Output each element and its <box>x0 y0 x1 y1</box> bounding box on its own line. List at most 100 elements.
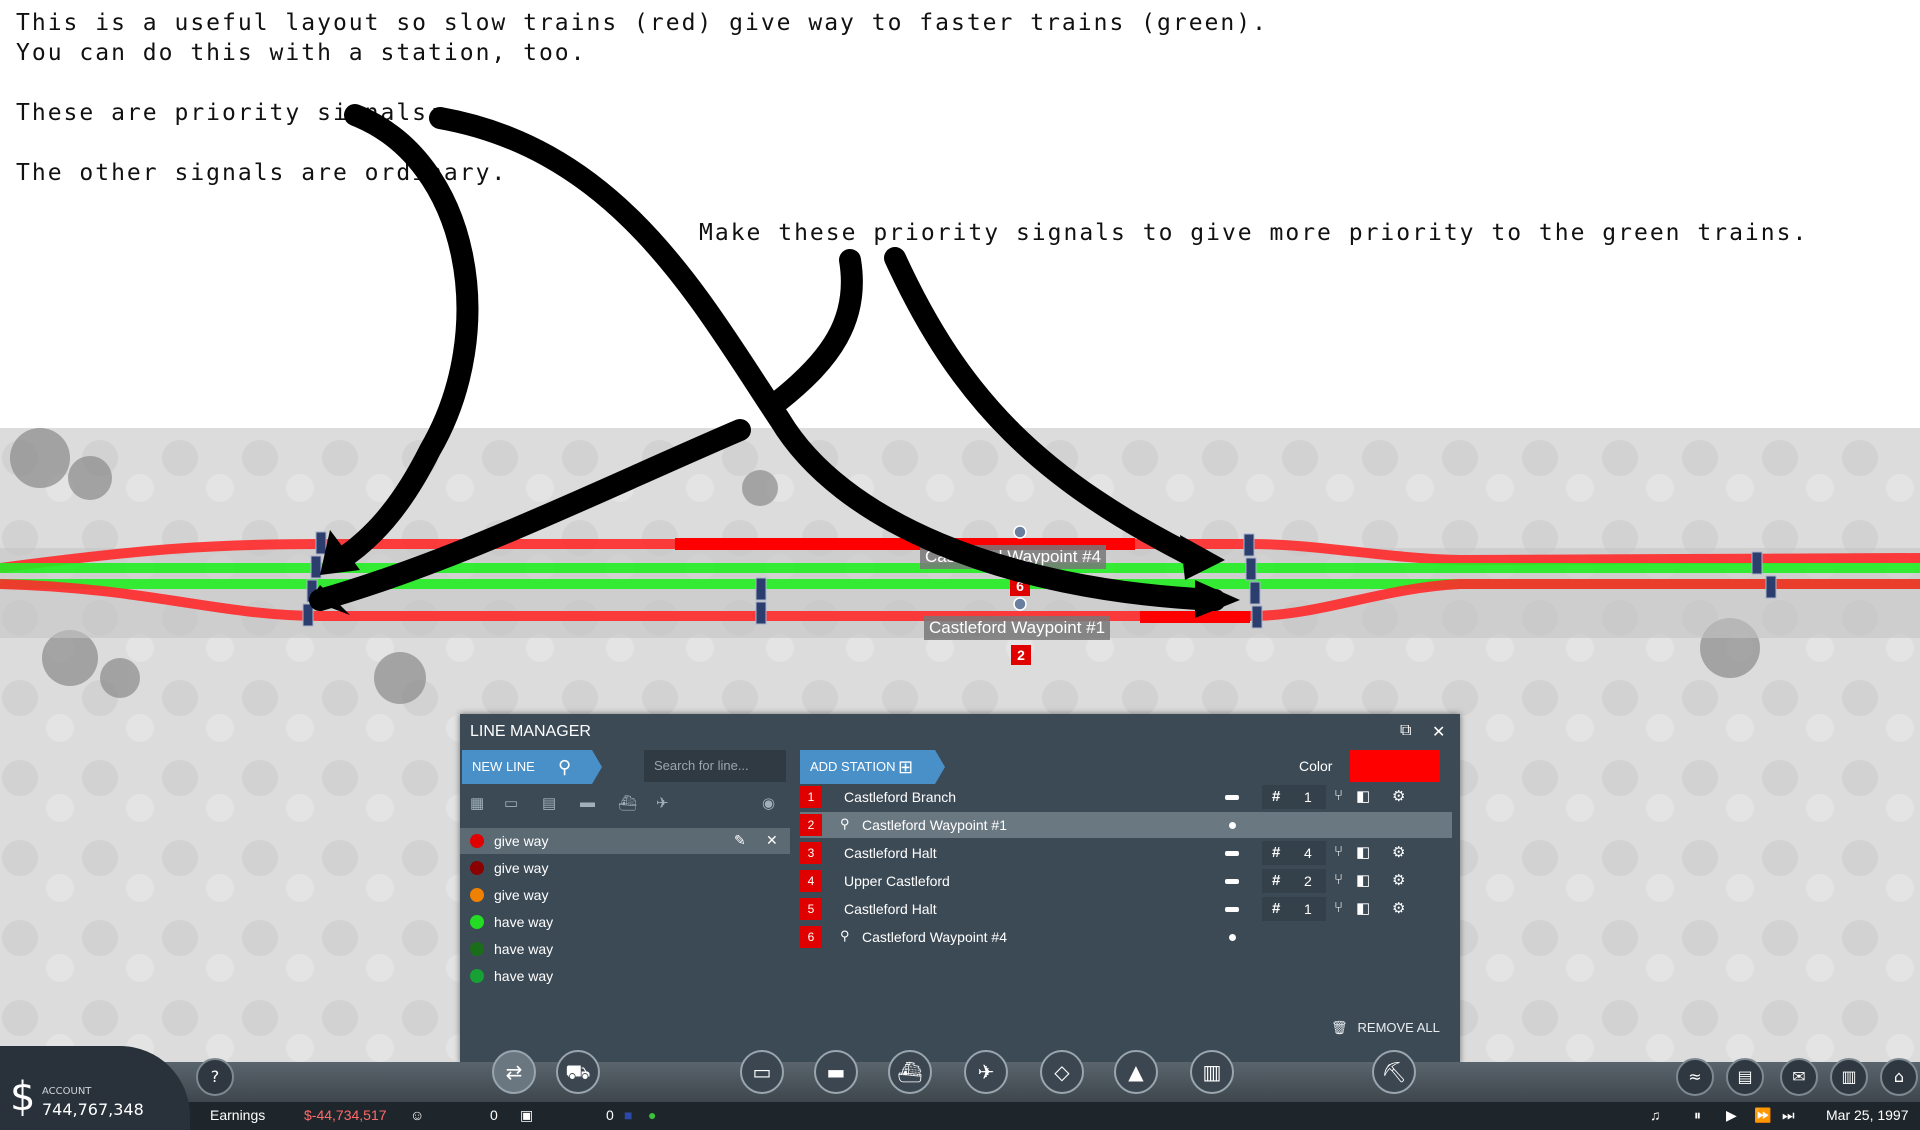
fastest-forward-icon[interactable]: ⏭ <box>1782 1107 1795 1124</box>
account-label: ACCOUNT <box>42 1086 92 1097</box>
tracks-icon: # <box>1272 844 1281 861</box>
tram-filter-icon[interactable]: ▤ <box>542 794 556 812</box>
stop-number: 4 <box>800 870 822 892</box>
delete-line-icon[interactable]: ✕ <box>766 832 778 849</box>
plane-filter-icon[interactable]: ✈ <box>656 794 669 812</box>
note-line-4: The other signals are ordinary. <box>16 160 508 186</box>
passenger-icon: ☺ <box>410 1107 425 1123</box>
stop-row[interactable]: 2 ⚲ Castleford Waypoint #1 <box>800 812 1452 838</box>
line-search-input[interactable] <box>644 750 786 782</box>
earnings-value: $-44,734,517 <box>304 1107 387 1123</box>
waypoint-number-6: 6 <box>1010 576 1030 596</box>
music-icon[interactable]: ♫ <box>1650 1107 1661 1123</box>
terrain-button[interactable]: ◇ <box>1040 1050 1084 1094</box>
loading-mode-icon[interactable]: ◧ <box>1356 871 1370 889</box>
vehicle-manager-button[interactable]: ⛟ <box>556 1050 600 1094</box>
new-line-icon: ⚲ <box>558 757 572 777</box>
stop-name: Castleford Branch <box>844 789 957 805</box>
line-color-dot <box>470 942 484 956</box>
play-icon[interactable]: ▶ <box>1726 1107 1737 1124</box>
waypoint-pin-icon: ⚲ <box>840 928 850 943</box>
stop-number: 2 <box>800 814 822 836</box>
layers-button[interactable]: ≈ <box>1676 1058 1714 1096</box>
track-selector[interactable]: #1 <box>1262 897 1326 921</box>
stop-row[interactable]: 5 Castleford Halt #1 ⑂ ◧ ⚙ <box>800 896 1452 922</box>
waypoint-pin <box>1013 597 1027 611</box>
rail-build-button[interactable]: ▬ <box>814 1050 858 1094</box>
stop-settings-icon[interactable]: ⚙ <box>1392 871 1405 889</box>
line-list-item[interactable]: have way <box>460 963 790 989</box>
line-list-item[interactable]: give way <box>460 882 790 908</box>
stop-row[interactable]: 4 Upper Castleford #2 ⑂ ◧ ⚙ <box>800 868 1452 894</box>
popout-icon[interactable]: ⧉ <box>1400 722 1411 740</box>
edit-pencil-icon[interactable]: ✎ <box>734 832 746 849</box>
stop-row[interactable]: 1 Castleford Branch #1 ⑂ ◧ ⚙ <box>800 784 1452 810</box>
industries-list-button[interactable]: ⌂ <box>1880 1058 1918 1096</box>
line-manager-button[interactable]: ⇄ <box>492 1050 536 1094</box>
pause-icon[interactable]: ⏸ <box>1694 1107 1701 1124</box>
fast-forward-icon[interactable]: ⏩ <box>1754 1107 1771 1124</box>
water-build-button[interactable]: ⛴ <box>888 1050 932 1094</box>
route-option-icon[interactable]: ⑂ <box>1334 787 1343 804</box>
track-selector[interactable]: #1 <box>1262 785 1326 809</box>
town-button[interactable]: ▲ <box>1114 1050 1158 1094</box>
bus-filter-icon[interactable]: ▭ <box>504 794 518 812</box>
bottom-toolbar <box>0 1062 1920 1130</box>
stop-row[interactable]: 3 Castleford Halt #4 ⑂ ◧ ⚙ <box>800 840 1452 866</box>
towns-list-button[interactable]: ▥ <box>1830 1058 1868 1096</box>
add-station-label: ADD STATION <box>810 759 896 774</box>
line-color-dot <box>470 861 484 875</box>
route-option-icon[interactable]: ⑂ <box>1334 899 1343 916</box>
all-filter-icon[interactable]: ▦ <box>470 794 484 812</box>
stop-connector <box>1225 795 1239 800</box>
vehicles-list-button[interactable]: ▤ <box>1726 1058 1764 1096</box>
close-icon[interactable]: ✕ <box>1432 722 1445 742</box>
arrow-path <box>769 249 863 411</box>
industry-button[interactable]: ▥ <box>1190 1050 1234 1094</box>
stop-number: 5 <box>800 898 822 920</box>
line-list-item[interactable]: give way <box>460 855 790 881</box>
track-selector[interactable]: #4 <box>1262 841 1326 865</box>
air-build-button[interactable]: ✈ <box>964 1050 1008 1094</box>
stop-connector <box>1225 851 1239 856</box>
line-color-swatch[interactable] <box>1350 750 1440 782</box>
loading-mode-icon[interactable]: ◧ <box>1356 843 1370 861</box>
help-button[interactable]: ? <box>196 1058 234 1096</box>
line-name: have way <box>494 941 554 957</box>
bulldozer-button[interactable]: ⛏ <box>1372 1050 1416 1094</box>
new-line-button[interactable]: NEW LINE ⚲ <box>462 750 602 784</box>
line-name: have way <box>494 914 554 930</box>
stop-number: 1 <box>800 786 822 808</box>
stop-name: Castleford Halt <box>844 845 937 861</box>
route-option-icon[interactable]: ⑂ <box>1334 871 1343 888</box>
loading-mode-icon[interactable]: ◧ <box>1356 899 1370 917</box>
stop-settings-icon[interactable]: ⚙ <box>1392 787 1405 805</box>
line-list-item[interactable]: give way ✎ ✕ <box>460 828 790 854</box>
train-filter-icon[interactable]: ▬ <box>580 794 595 811</box>
loading-mode-icon[interactable]: ◧ <box>1356 787 1370 805</box>
remove-all-button[interactable]: 🗑 REMOVE ALL <box>1331 1020 1440 1036</box>
route-option-icon[interactable]: ⑂ <box>1334 843 1343 860</box>
stop-connector <box>1225 907 1239 912</box>
waypoint-pin-icon: ⚲ <box>840 816 850 831</box>
messages-button[interactable]: ✉ <box>1780 1058 1818 1096</box>
line-color-dot <box>470 834 484 848</box>
stop-name: Castleford Waypoint #4 <box>862 929 1007 945</box>
track-selector[interactable]: #2 <box>1262 869 1326 893</box>
stop-settings-icon[interactable]: ⚙ <box>1392 843 1405 861</box>
waypoint-label-4[interactable]: Castleford Waypoint #4 <box>920 545 1107 569</box>
waypoint-label-1[interactable]: Castleford Waypoint #1 <box>924 616 1111 640</box>
cargo-icon: ▣ <box>520 1107 534 1123</box>
line-list-item[interactable]: have way <box>460 909 790 935</box>
stop-number: 3 <box>800 842 822 864</box>
visibility-eye-icon[interactable]: ◉ <box>762 794 775 812</box>
new-line-label: NEW LINE <box>472 759 535 774</box>
add-station-button[interactable]: ADD STATION ⊞ <box>800 750 945 784</box>
road-build-button[interactable]: ▭ <box>740 1050 784 1094</box>
cargo-count: 0 <box>606 1107 614 1123</box>
stop-name: Castleford Waypoint #1 <box>862 817 1007 833</box>
stop-row[interactable]: 6 ⚲ Castleford Waypoint #4 <box>800 924 1452 950</box>
ship-filter-icon[interactable]: ⛴ <box>618 794 637 812</box>
line-list-item[interactable]: have way <box>460 936 790 962</box>
stop-settings-icon[interactable]: ⚙ <box>1392 899 1405 917</box>
